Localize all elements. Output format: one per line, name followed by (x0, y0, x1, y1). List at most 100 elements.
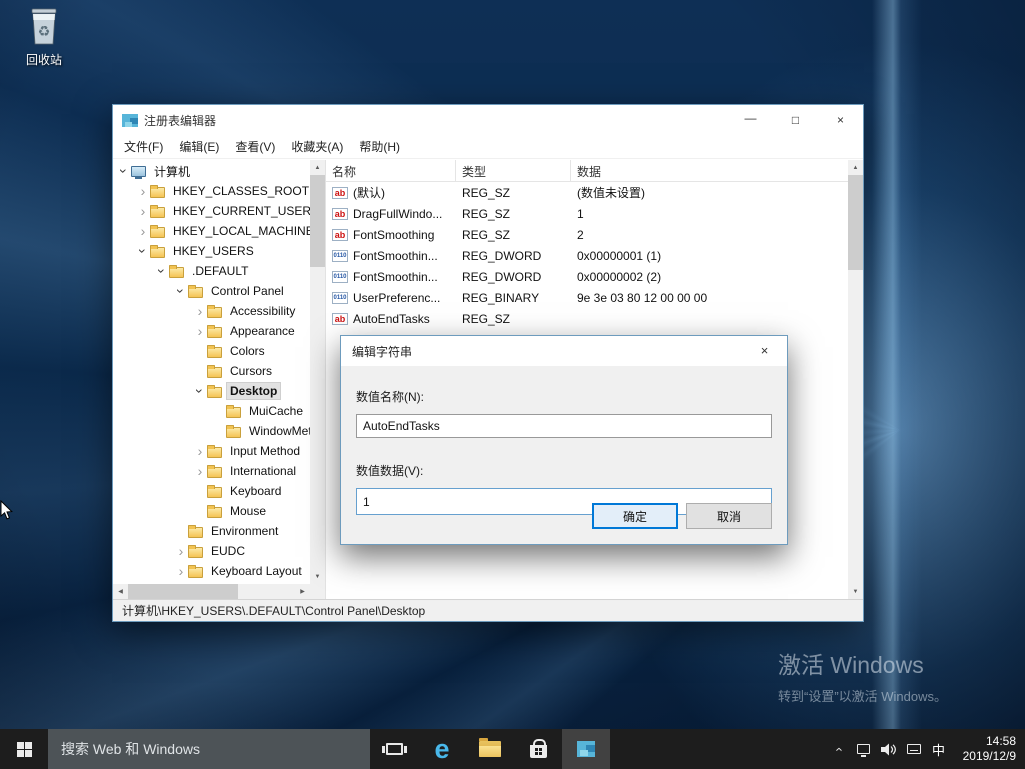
recycle-bin[interactable]: ♻ 回收站 (12, 6, 76, 68)
tree-item[interactable]: › Control Panel (113, 281, 310, 301)
tree-chevron-icon[interactable]: › (193, 384, 207, 398)
dialog-titlebar[interactable]: 编辑字符串 (341, 336, 787, 366)
registry-value-row[interactable]: ab DragFullWindo... REG_SZ 1 (326, 203, 848, 224)
folder-icon (207, 387, 222, 398)
tree-item[interactable]: › EUDC (113, 541, 310, 561)
menu-item[interactable]: 帮助(H) (351, 135, 408, 158)
tree-horizontal-scrollbar[interactable]: ◀ ▶ (113, 584, 310, 599)
scrollbar-thumb[interactable] (848, 175, 863, 270)
tree-item[interactable]: Colors (113, 341, 310, 361)
value-data: 2 (571, 228, 848, 242)
tree-chevron-icon[interactable]: › (193, 304, 207, 318)
tree-item[interactable]: › HKEY_LOCAL_MACHINE (113, 221, 310, 241)
registry-value-row[interactable]: 0110 UserPreferenc... REG_BINARY 9e 3e 0… (326, 287, 848, 308)
value-name: DragFullWindo... (353, 207, 442, 221)
column-header-data[interactable]: 数据 (571, 160, 863, 182)
touch-keyboard-button[interactable] (901, 729, 926, 769)
menu-item[interactable]: 编辑(E) (171, 135, 227, 158)
reg-string-icon: ab (332, 313, 348, 325)
registry-value-row[interactable]: 0110 FontSmoothin... REG_DWORD 0x0000000… (326, 245, 848, 266)
close-button[interactable]: × (818, 105, 863, 135)
tree-chevron-icon[interactable]: › (174, 544, 188, 558)
scrollbar-thumb[interactable] (310, 175, 325, 267)
menu-item[interactable]: 查看(V) (227, 135, 283, 158)
tree-chevron-icon[interactable]: › (193, 324, 207, 338)
tree-item[interactable]: › HKEY_CLASSES_ROOT (113, 181, 310, 201)
tree-chevron-icon[interactable]: › (174, 284, 188, 298)
volume-button[interactable] (876, 729, 901, 769)
regedit-taskbar-button[interactable] (562, 729, 610, 769)
scroll-down-icon[interactable]: ▼ (310, 569, 325, 584)
tree-chevron-icon[interactable]: › (136, 184, 150, 198)
tree-item[interactable]: Keyboard (113, 481, 310, 501)
scroll-down-icon[interactable]: ▼ (848, 584, 863, 599)
network-button[interactable] (851, 729, 876, 769)
scroll-up-icon[interactable]: ▲ (310, 160, 325, 175)
tree-chevron-icon[interactable]: › (193, 464, 207, 478)
tree-item[interactable]: › Appearance (113, 321, 310, 341)
registry-value-row[interactable]: ab (默认) REG_SZ (数值未设置) (326, 182, 848, 203)
tree-chevron-icon[interactable]: › (136, 224, 150, 238)
tree-item[interactable]: › 计算机 (113, 161, 310, 181)
menu-item[interactable]: 文件(F) (116, 135, 171, 158)
scroll-left-icon[interactable]: ◀ (113, 584, 128, 599)
file-explorer-button[interactable] (466, 729, 514, 769)
tree-item[interactable]: › HKEY_CURRENT_USER (113, 201, 310, 221)
tree-item[interactable]: Environment (113, 521, 310, 541)
folder-icon (207, 487, 222, 498)
column-header-name[interactable]: 名称 (326, 160, 456, 182)
menu-item[interactable]: 收藏夹(A) (283, 135, 351, 158)
tree-item[interactable]: › Input Method (113, 441, 310, 461)
registry-value-row[interactable]: 0110 FontSmoothin... REG_DWORD 0x0000000… (326, 266, 848, 287)
value-type: REG_SZ (456, 207, 571, 221)
tree-item[interactable]: › International (113, 461, 310, 481)
registry-value-row[interactable]: ab AutoEndTasks REG_SZ (326, 308, 848, 329)
minimize-button[interactable]: — (728, 105, 773, 135)
tree-chevron-icon[interactable]: › (117, 164, 131, 178)
task-view-button[interactable] (370, 729, 418, 769)
tree-chevron-icon[interactable]: › (136, 204, 150, 218)
tree-vertical-scrollbar[interactable]: ▲ ▼ (310, 160, 325, 584)
tree-chevron-icon[interactable]: › (174, 564, 188, 578)
registry-value-row[interactable]: ab FontSmoothing REG_SZ 2 (326, 224, 848, 245)
tree-item-label: 计算机 (151, 162, 193, 181)
start-button[interactable] (0, 729, 48, 769)
taskbar-clock[interactable]: 14:58 2019/12/9 (951, 734, 1025, 764)
tree-item[interactable]: › .DEFAULT (113, 261, 310, 281)
edge-button[interactable]: e (418, 729, 466, 769)
scroll-right-icon[interactable]: ▶ (295, 584, 310, 599)
cancel-button[interactable]: 取消 (686, 503, 772, 529)
tree-item[interactable]: WindowMetrics (113, 421, 310, 441)
scroll-up-icon[interactable]: ▲ (848, 160, 863, 175)
computer-icon (131, 166, 146, 177)
tree-item[interactable]: › Accessibility (113, 301, 310, 321)
tree-item-label: Cursors (227, 363, 275, 379)
tree-chevron-icon[interactable]: › (193, 444, 207, 458)
folder-icon (150, 207, 165, 218)
tray-overflow-button[interactable]: › (826, 729, 851, 769)
column-header-type[interactable]: 类型 (456, 160, 571, 182)
window-titlebar[interactable]: 注册表编辑器 — □ × (113, 105, 863, 135)
folder-icon (150, 247, 165, 258)
value-name-field[interactable] (356, 414, 772, 438)
tree-chevron-icon[interactable]: › (136, 244, 150, 258)
tree-item[interactable]: Mouse (113, 501, 310, 521)
ime-indicator[interactable]: 中 (926, 729, 951, 769)
tree-item[interactable]: › Desktop (113, 381, 310, 401)
tree-item[interactable]: Cursors (113, 361, 310, 381)
tree-item[interactable]: › HKEY_USERS (113, 241, 310, 261)
search-input[interactable] (48, 729, 370, 769)
tree-item[interactable]: MuiCache (113, 401, 310, 421)
ok-button[interactable]: 确定 (592, 503, 678, 529)
list-vertical-scrollbar[interactable]: ▲ ▼ (848, 160, 863, 599)
status-bar-path: 计算机\HKEY_USERS\.DEFAULT\Control Panel\De… (122, 602, 425, 619)
maximize-button[interactable]: □ (773, 105, 818, 135)
value-data: 0x00000001 (1) (571, 249, 848, 263)
taskbar-search[interactable] (48, 729, 370, 769)
tree-item[interactable]: › Keyboard Layout (113, 561, 310, 581)
tree-item-label: Colors (227, 343, 268, 359)
dialog-close-button[interactable]: × (742, 336, 787, 365)
scrollbar-thumb[interactable] (128, 584, 238, 599)
tree-chevron-icon[interactable]: › (155, 264, 169, 278)
store-button[interactable] (514, 729, 562, 769)
